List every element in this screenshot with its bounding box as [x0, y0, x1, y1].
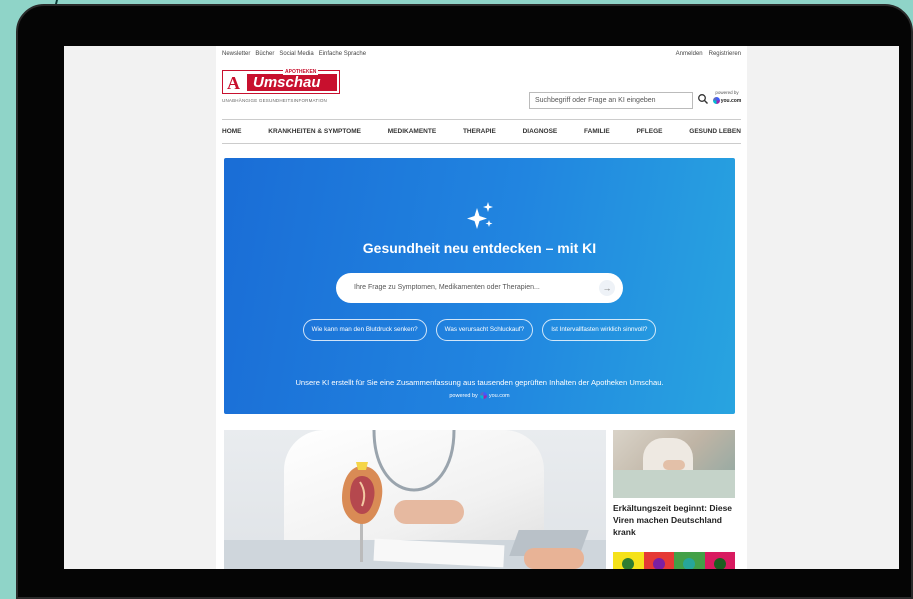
nav-item-diagnose[interactable]: DIAGNOSE: [523, 128, 558, 135]
social-media-link[interactable]: Social Media: [279, 51, 313, 57]
hand: [663, 460, 685, 470]
clasped-hands: [394, 500, 464, 524]
virus-icon: [713, 558, 726, 569]
logo-badge: A Umschau APOTHEKEN: [222, 69, 340, 94]
virus-icon: [683, 558, 696, 569]
hero-title: Gesundheit neu entdecken – mit KI: [362, 240, 597, 256]
easy-language-link[interactable]: Einfache Sprache: [319, 51, 366, 57]
side-article-image: [613, 430, 735, 498]
sparkle-icon: [467, 202, 493, 229]
hero-powered-by: powered by you.com: [224, 392, 735, 399]
blanket: [613, 470, 735, 498]
hero-disclaimer: Unsere KI erstellt für Sie eine Zusammen…: [295, 378, 664, 387]
nav-item-medikamente[interactable]: MEDIKAMENTE: [388, 128, 436, 135]
you-logo-icon: [712, 97, 720, 104]
featured-article-image[interactable]: [224, 430, 606, 569]
nav-item-krankheiten[interactable]: KRANKHEITEN & SYMPTOME: [268, 128, 361, 135]
search-icon[interactable]: [697, 93, 709, 105]
suggestion-chip-blutdruck[interactable]: Wie kann man den Blutdruck senken?: [302, 319, 427, 341]
nav-item-gesund-leben[interactable]: GESUND LEBEN: [689, 128, 741, 135]
nav-item-therapie[interactable]: THERAPIE: [463, 128, 496, 135]
you-logo-icon: [479, 392, 487, 399]
virus-icon: [652, 558, 665, 569]
virus-tile-yellow: [613, 552, 644, 569]
laptop-frame: Newsletter Bücher Social Media Einfache Spr…: [16, 4, 913, 599]
hero-powered-label: powered by: [449, 392, 478, 399]
logo-wordmark: Umschau: [247, 74, 337, 91]
site-logo[interactable]: A Umschau APOTHEKEN UNABHÄNGIGE GESUNDHE…: [222, 69, 344, 106]
ai-question-placeholder: Ihre Frage zu Symptomen, Medikamenten od…: [354, 284, 540, 291]
utility-bar: Newsletter Bücher Social Media Einfache Spr…: [222, 51, 741, 61]
main-navigation: HOME KRANKHEITEN & SYMPTOME MEDIKAMENTE …: [222, 119, 741, 144]
register-link[interactable]: Registrieren: [709, 51, 741, 57]
browser-viewport: Newsletter Bücher Social Media Einfache Spr…: [64, 46, 899, 569]
search-input[interactable]: Suchbegriff oder Frage an KI eingeben: [529, 92, 693, 109]
side-article-title[interactable]: Erkältungszeit beginnt: Diese Viren mach…: [613, 502, 735, 538]
suggestion-chip-intervallfasten[interactable]: Ist Intervallfasten wirklich sinnvoll?: [542, 319, 657, 341]
virus-tile-pink: [704, 552, 735, 569]
newsletter-link[interactable]: Newsletter: [222, 51, 250, 57]
patient-hand: [524, 548, 584, 569]
nav-item-pflege[interactable]: PFLEGE: [636, 128, 662, 135]
virus-tile-red: [643, 552, 674, 569]
suggestion-chip-schluckauf[interactable]: Was verursacht Schluckauf?: [435, 319, 534, 341]
virus-tile-green: [674, 552, 705, 569]
ai-question-input[interactable]: Ihre Frage zu Symptomen, Medikamenten od…: [336, 273, 623, 303]
search-powered-by: powered by you.com: [711, 90, 743, 104]
powered-brand: you.com: [720, 97, 742, 104]
suggestion-chips: Wie kann man den Blutdruck senken? Was v…: [224, 319, 735, 341]
ai-search-hero: Gesundheit neu entdecken – mit KI Ihre F…: [224, 158, 735, 414]
website-page: Newsletter Bücher Social Media Einfache Spr…: [216, 46, 747, 569]
powered-label: powered by: [715, 90, 739, 95]
side-article-card[interactable]: Erkältungszeit beginnt: Diese Viren mach…: [613, 430, 735, 569]
logo-small-text: APOTHEKEN: [283, 69, 319, 75]
kidney-model-graphic: [342, 462, 383, 562]
nav-item-familie[interactable]: FAMILIE: [584, 128, 610, 135]
login-link[interactable]: Anmelden: [676, 51, 703, 57]
submit-arrow-icon[interactable]: →: [599, 280, 615, 296]
nav-item-home[interactable]: HOME: [222, 128, 242, 135]
virus-icon: [622, 558, 635, 569]
pharmacy-a-icon: A: [227, 73, 240, 93]
books-link[interactable]: Bücher: [255, 51, 274, 57]
hero-powered-brand: you.com: [488, 392, 510, 399]
virus-image-strip: [613, 552, 735, 569]
logo-tagline: UNABHÄNGIGE GESUNDHEITSINFORMATION: [222, 98, 327, 103]
